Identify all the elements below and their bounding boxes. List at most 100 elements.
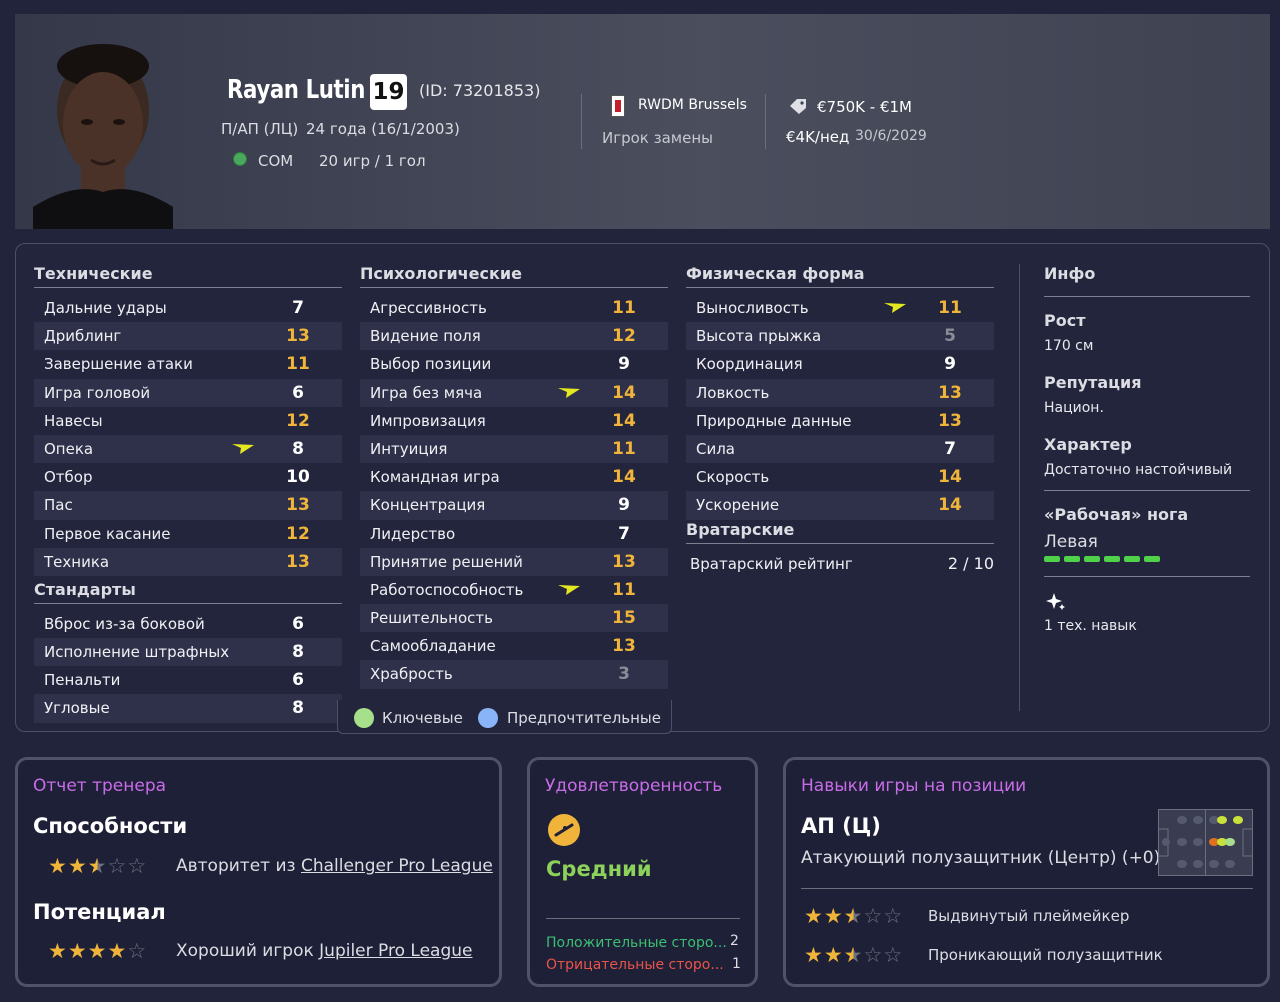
attribute-value: 15	[612, 608, 636, 629]
attribute-row[interactable]: Решительность 15	[360, 604, 668, 633]
attribute-row[interactable]: Самообладание 13	[360, 632, 668, 660]
info-divider-line	[1044, 490, 1250, 491]
attribute-row[interactable]: Игра головой 6	[34, 378, 342, 407]
attribute-row[interactable]: Храбрость 3	[360, 660, 668, 689]
attribute-label: Сила	[696, 439, 736, 458]
star-empty-icon: ☆	[863, 904, 884, 928]
attribute-row[interactable]: Пас 13	[34, 491, 342, 520]
attribute-value: 14	[612, 467, 636, 488]
attribute-value: 11	[938, 298, 962, 318]
attribute-row[interactable]: Опека 8	[34, 434, 342, 464]
attribute-value: 12	[286, 523, 310, 544]
attribute-value: 14	[612, 410, 636, 431]
attribute-row[interactable]: Отбор 10	[34, 463, 342, 491]
attribute-row[interactable]: Координация 9	[686, 350, 994, 378]
satisfaction-divider	[546, 918, 740, 919]
info-divider	[1019, 264, 1020, 711]
club-name[interactable]: RWDM Brussels	[638, 97, 747, 113]
positives-label[interactable]: Положительные сторо...	[546, 935, 726, 951]
attribute-row[interactable]: Агрессивность 11	[360, 294, 668, 322]
role-name[interactable]: Проникающий полузащитник	[928, 946, 1163, 964]
ability-label: Способности	[33, 814, 188, 838]
attribute-row[interactable]: Игра без мяча 14	[360, 378, 668, 407]
attribute-row[interactable]: Вброс из-за боковой 6	[34, 610, 342, 638]
player-apps: 20 игр / 1 гол	[319, 152, 426, 170]
attribute-row[interactable]: Пенальти 6	[34, 666, 342, 694]
attribute-value: 3	[618, 664, 630, 685]
attribute-row[interactable]: Навесы 12	[34, 407, 342, 435]
positives-count: 2	[730, 933, 739, 949]
attribute-row[interactable]: Выбор позиции 9	[360, 350, 668, 378]
attribute-row[interactable]: Высота прыжка 5	[686, 322, 994, 351]
attribute-row[interactable]: Первое касание 12	[34, 520, 342, 548]
star-empty-icon: ☆	[863, 943, 884, 967]
negatives-label[interactable]: Отрицательные сторо...	[546, 957, 726, 973]
star-full-icon: ★	[107, 939, 128, 963]
attribute-row[interactable]: Концентрация 9	[360, 491, 668, 520]
attribute-row[interactable]: Ускорение 14	[686, 491, 994, 520]
satisfaction-face-icon	[548, 814, 580, 846]
attribute-value: 7	[618, 523, 630, 544]
attribute-row[interactable]: Скорость 14	[686, 463, 994, 491]
role-name[interactable]: Выдвинутый плеймейкер	[928, 907, 1129, 925]
coach-report-title: Отчет тренера	[33, 776, 167, 796]
ability-league-link[interactable]: Challenger Pro League	[301, 856, 493, 876]
attribute-label: Пас	[44, 496, 73, 515]
attribute-row[interactable]: Импровизация 14	[360, 407, 668, 435]
attribute-label: Навесы	[44, 411, 103, 430]
attribute-row[interactable]: Сила 7	[686, 434, 994, 464]
key-attributes-toggle[interactable]: Ключевые	[382, 709, 463, 727]
header-divider	[581, 94, 582, 149]
attribute-label: Игра головой	[44, 383, 151, 402]
player-age: 24 года (16/1/2003)	[306, 120, 460, 138]
contract-expiry: 30/6/2029	[855, 128, 927, 144]
player-id: (ID: 73201853)	[419, 81, 541, 100]
attribute-row[interactable]: Завершение атаки 11	[34, 350, 342, 378]
attribute-trend-arrow-icon	[558, 584, 580, 595]
attribute-row[interactable]: Выносливость 11	[686, 294, 994, 322]
attribute-row[interactable]: Принятие решений 13	[360, 547, 668, 576]
potential-stars: ★★★★☆	[48, 939, 147, 963]
attribute-row[interactable]: Угловые 8	[34, 694, 342, 723]
physical-column: Физическая форма Выносливость 11 Высота пр…	[686, 264, 994, 578]
attribute-row[interactable]: Видение поля 12	[360, 322, 668, 351]
attribute-value: 13	[286, 551, 310, 572]
attribute-value: 13	[612, 636, 636, 657]
coach-report-card[interactable]: Отчет тренера Способности ★★★☆☆ Авторите…	[15, 757, 502, 987]
attribute-row[interactable]: Работоспособность 11	[360, 576, 668, 604]
attribute-value: 5	[944, 326, 956, 347]
attribute-label: Игра без мяча	[370, 383, 483, 402]
attribute-value: 8	[292, 438, 304, 459]
attribute-value: 8	[292, 698, 304, 719]
pitch-positions-map[interactable]	[1158, 809, 1253, 876]
attribute-row[interactable]: Командная игра 14	[360, 463, 668, 491]
preferred-attributes-toggle[interactable]: Предпочтительные	[507, 709, 661, 727]
attribute-value: 11	[612, 579, 636, 600]
satisfaction-card[interactable]: Удовлетворенность Средний Положительные …	[527, 757, 758, 987]
attribute-trend-arrow-icon	[232, 443, 254, 454]
attribute-label: Ловкость	[696, 383, 770, 402]
potential-league-link[interactable]: Jupiler Pro League	[319, 941, 472, 961]
attribute-label: Решительность	[370, 609, 493, 628]
attribute-row[interactable]: Дальние удары 7	[34, 294, 342, 322]
attribute-value: 9	[618, 495, 630, 516]
star-full-icon: ★	[823, 943, 844, 967]
attribute-row[interactable]: Природные данные 13	[686, 407, 994, 435]
player-positions: П/АП (ЛЦ)	[221, 120, 299, 138]
positional-title: Навыки игры на позиции	[801, 776, 1027, 796]
attribute-row[interactable]: Интуиция 11	[360, 434, 668, 464]
attribute-row[interactable]: Техника 13	[34, 547, 342, 576]
attribute-label: Работоспособность	[370, 580, 524, 599]
positional-skills-card[interactable]: Навыки игры на позиции АП (Ц) Атакующий …	[783, 757, 1270, 987]
skills-count[interactable]: 1 тех. навык	[1044, 618, 1250, 634]
attribute-row[interactable]: Исполнение штрафных 8	[34, 638, 342, 667]
attribute-row[interactable]: Дриблинг 13	[34, 322, 342, 351]
attribute-row[interactable]: Ловкость 13	[686, 378, 994, 407]
attribute-label: Дальние удары	[44, 299, 167, 317]
player-nationality[interactable]: COM	[258, 152, 293, 170]
attribute-label: Самообладание	[370, 637, 496, 656]
attribute-value: 11	[286, 354, 310, 375]
attribute-row[interactable]: Лидерство 7	[360, 520, 668, 548]
attribute-value: 6	[292, 670, 304, 691]
player-wage: €4K/нед	[786, 128, 850, 146]
